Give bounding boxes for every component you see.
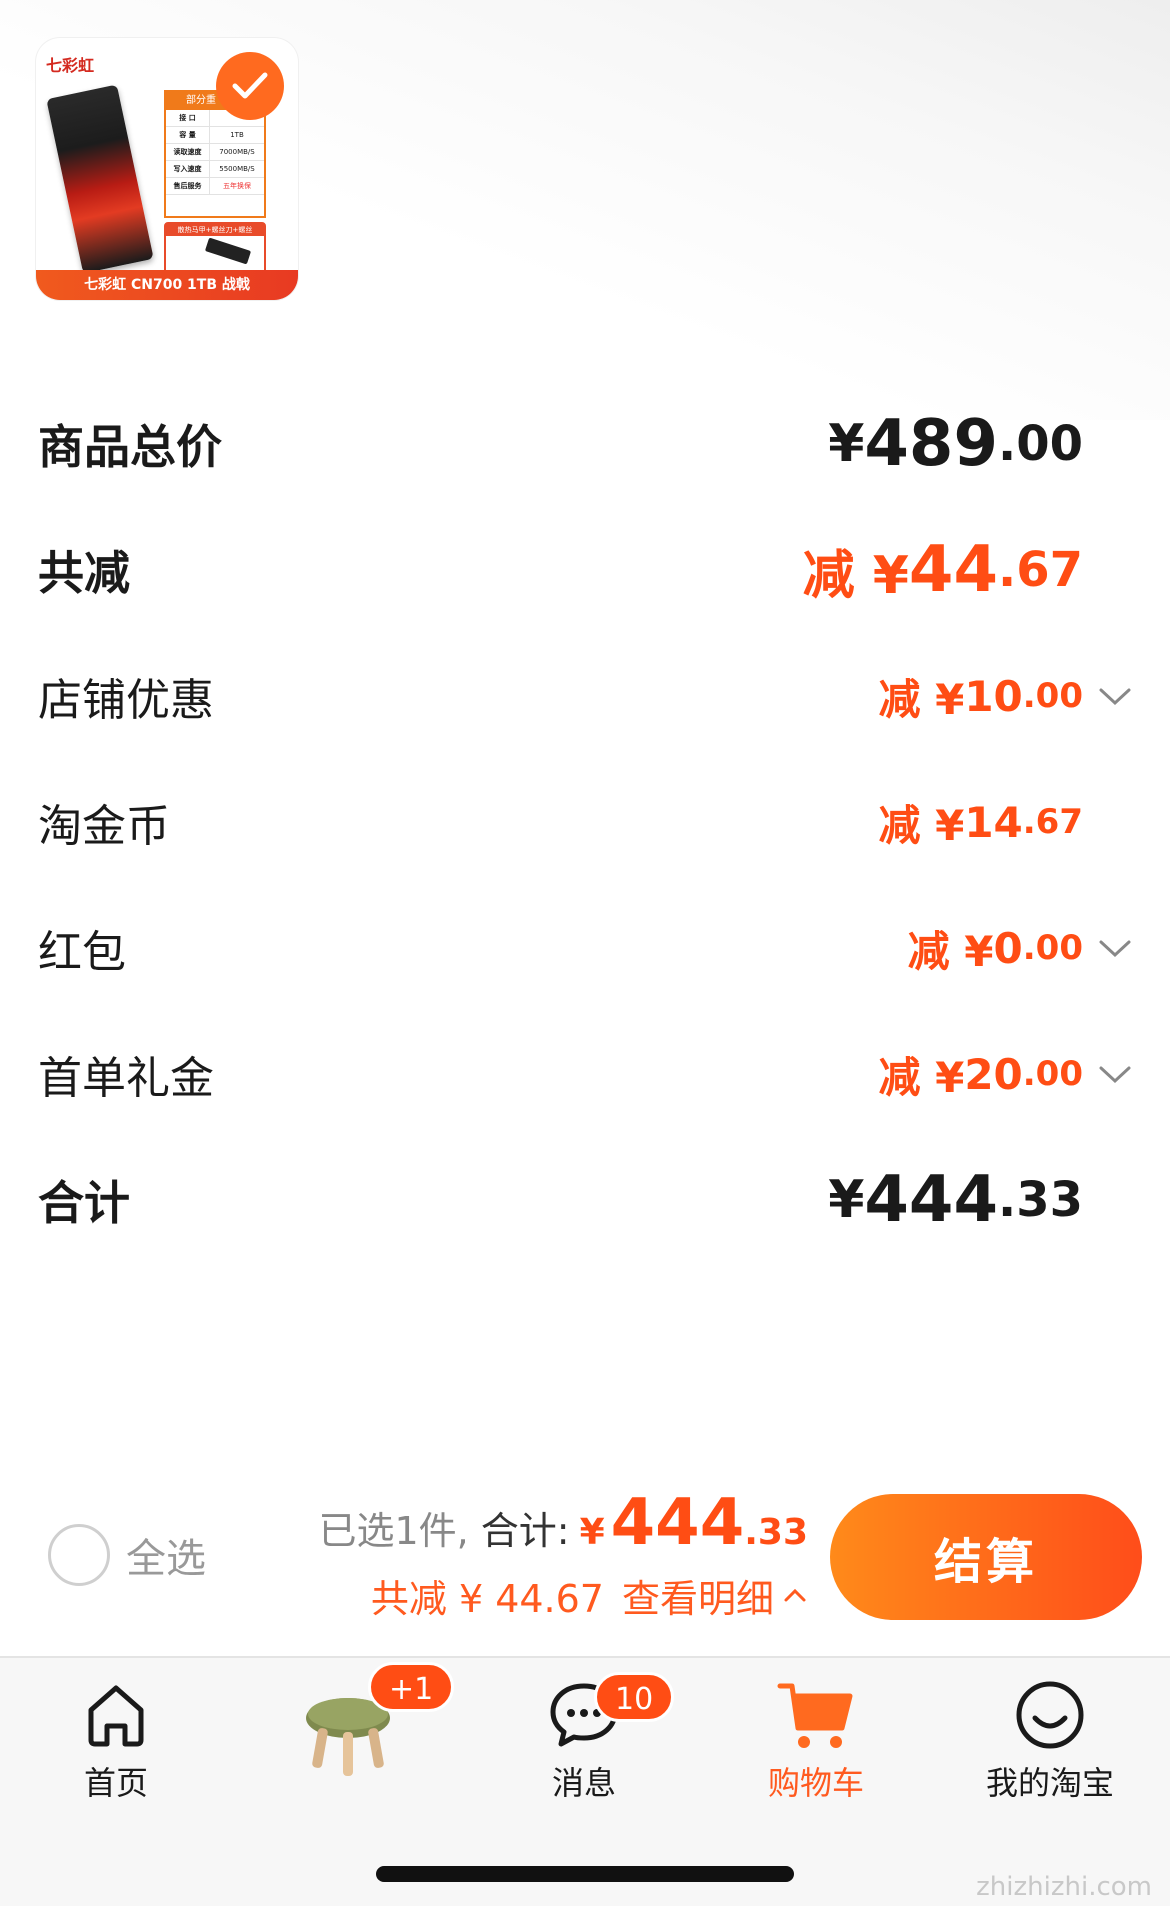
product-thumbnail[interactable]: 七彩虹 部分重 接 口 容 量 1TB 读取速度 7000MB/S 写入速度 5500…	[36, 38, 298, 300]
spec-row: 写入速度 5500MB/S	[166, 161, 264, 178]
spec-row: 读取速度 7000MB/S	[166, 144, 264, 161]
row-first-order-gift[interactable]: 首单礼金 减 ¥ 20 .00	[38, 1034, 1133, 1114]
home-indicator[interactable]	[376, 1866, 794, 1882]
tab-cart[interactable]: 购物车	[726, 1678, 906, 1804]
row-value: 减 ¥ 14 .67	[878, 797, 1083, 850]
ssd-image	[46, 84, 154, 274]
row-value: ¥ 489 .00	[828, 407, 1083, 481]
spec-row: 容 量 1TB	[166, 127, 264, 144]
select-all-radio[interactable]	[48, 1524, 110, 1586]
discount-detail-link[interactable]: 共减 ¥ 44.67 查看明细	[332, 1568, 808, 1623]
watermark: zhizhizhi.com	[976, 1872, 1152, 1902]
view-detail-label: 查看明细	[621, 1577, 774, 1621]
tab-messages[interactable]: 消息 10	[494, 1672, 675, 1804]
tab-home[interactable]: 首页	[26, 1678, 206, 1804]
row-red-packet[interactable]: 红包 减 ¥ 0 .00	[38, 908, 1133, 988]
product-caption: 七彩虹 CN700 1TB 战戟	[36, 270, 298, 300]
row-taojin-coin: 淘金币 减 ¥ 14 .67	[38, 782, 1133, 862]
row-value: 减 ¥ 20 .00	[878, 1044, 1133, 1105]
checkout-button[interactable]: 结算	[830, 1494, 1142, 1620]
tab-stool-product[interactable]: +1	[258, 1662, 455, 1788]
tab-label: 购物车	[767, 1764, 864, 1802]
tab-label: 消息	[551, 1764, 616, 1802]
row-label: 首单礼金	[38, 1053, 214, 1104]
discount-total: 共减 ¥ 44.67	[370, 1577, 604, 1621]
total-dec: .33	[744, 1512, 808, 1553]
message-count-badge: 10	[594, 1672, 675, 1722]
row-label: 淘金币	[38, 801, 170, 852]
select-all-label: 全选	[126, 1536, 206, 1582]
row-label: 共减	[38, 546, 130, 600]
total-int: 444	[610, 1486, 745, 1560]
tab-label: 首页	[83, 1764, 148, 1802]
row-label: 红包	[38, 927, 126, 978]
row-label: 合计	[38, 1176, 130, 1230]
row-value: 减 ¥ 0 .00	[908, 918, 1133, 979]
home-icon	[88, 1685, 144, 1747]
row-total-goods: 商品总价 ¥ 489 .00	[38, 404, 1133, 484]
brand-logo: 七彩虹	[46, 56, 95, 75]
row-total-discount: 共减 减 ¥ 44 .67	[38, 530, 1133, 610]
order-summary: 已选1件, 合计: ¥ 444 .33 共减 ¥ 44.67 查看明细	[318, 1486, 808, 1623]
row-label: 商品总价	[38, 420, 222, 474]
row-label: 店铺优惠	[38, 675, 214, 726]
accessory-box: 散热马甲+螺丝刀+螺丝	[164, 222, 266, 276]
row-value: 减 ¥ 10 .00	[878, 666, 1133, 727]
spec-row: 售后服务 五年换保	[166, 178, 264, 195]
tab-my-taobao[interactable]: 我的淘宝	[960, 1678, 1140, 1804]
selected-check-icon[interactable]	[216, 52, 284, 120]
cart-icon	[777, 1683, 853, 1748]
tab-label: 我的淘宝	[985, 1764, 1114, 1802]
chevron-down-icon[interactable]	[1097, 1056, 1133, 1092]
row-shop-coupon[interactable]: 店铺优惠 减 ¥ 10 .00	[38, 656, 1133, 736]
total-currency: ¥	[579, 1512, 605, 1553]
chevron-down-icon[interactable]	[1097, 678, 1133, 714]
row-value: 减 ¥ 44 .67	[802, 533, 1083, 607]
row-value: ¥ 444 .33	[828, 1163, 1083, 1237]
smile-face-icon	[1016, 1681, 1084, 1749]
chevron-down-icon[interactable]	[1097, 930, 1133, 966]
selected-count: 已选1件,	[318, 1509, 469, 1553]
total-label: 合计:	[480, 1509, 570, 1553]
cart-add-badge: +1	[368, 1662, 455, 1712]
row-grand-total: 合计 ¥ 444 .33	[38, 1160, 1133, 1240]
select-all-toggle[interactable]: 全选	[48, 1524, 206, 1586]
chevron-up-icon	[784, 1588, 806, 1601]
